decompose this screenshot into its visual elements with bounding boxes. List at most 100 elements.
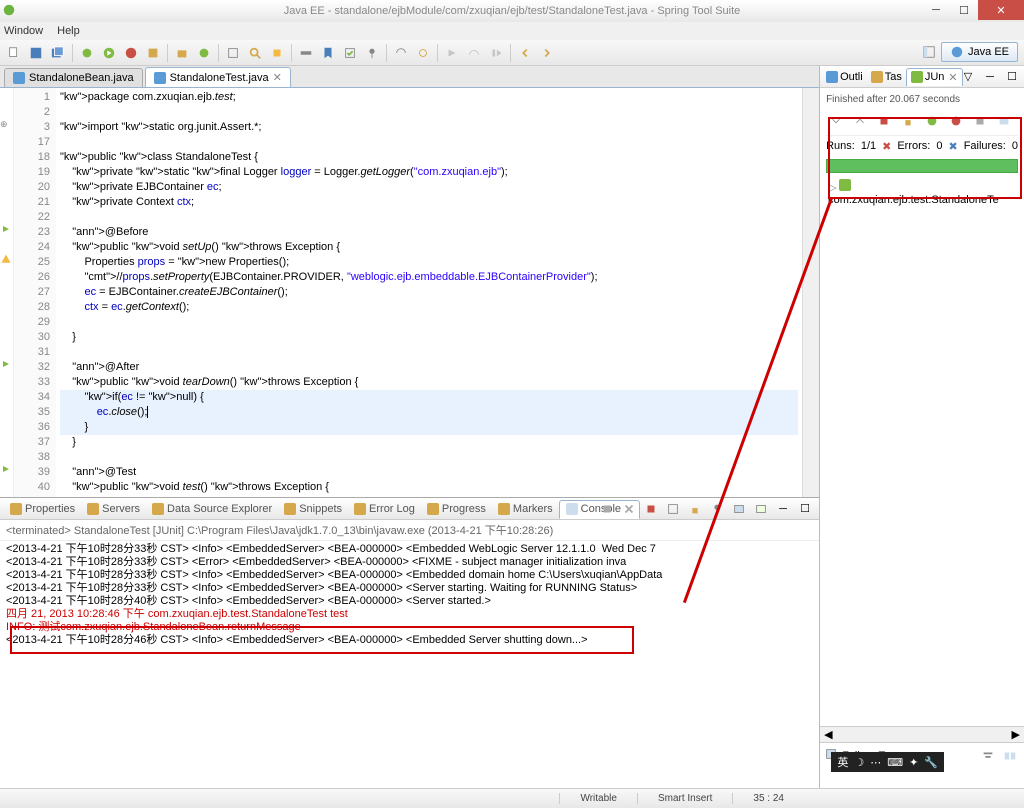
tab-data-source-explorer[interactable]: Data Source Explorer — [146, 501, 278, 517]
tab-servers[interactable]: Servers — [81, 501, 146, 517]
tab-markers[interactable]: Markers — [492, 501, 559, 517]
refactor-icon[interactable] — [391, 43, 411, 63]
compare-icon[interactable] — [1000, 746, 1020, 766]
tab-properties[interactable]: Properties — [4, 501, 81, 517]
status-insert: Smart Insert — [637, 793, 732, 804]
maximize-button[interactable]: ☐ — [950, 0, 978, 20]
forward-icon[interactable] — [537, 43, 557, 63]
close-tab-icon[interactable]: ✕ — [273, 71, 282, 84]
show-failures-icon[interactable] — [874, 111, 894, 131]
ime-wrench-icon[interactable]: 🔧 — [924, 756, 938, 769]
menu-help[interactable]: Help — [57, 25, 80, 37]
right-panel: Outli Tas JUn✕ ▽ ─ ☐ Finished after 20.0… — [820, 66, 1024, 788]
open-type-icon[interactable] — [223, 43, 243, 63]
status-writable: Writable — [559, 793, 637, 804]
new-package-icon[interactable] — [172, 43, 192, 63]
line-number-gutter: 1231718192021222324252627282930313233343… — [14, 88, 56, 497]
menu-window[interactable]: Window — [4, 25, 43, 37]
remove-all-icon[interactable] — [619, 499, 639, 519]
terminate-icon[interactable] — [641, 499, 661, 519]
tab-progress[interactable]: Progress — [421, 501, 492, 517]
rerun-failed-icon[interactable] — [946, 111, 966, 131]
pin-console-icon[interactable] — [707, 499, 727, 519]
close-button[interactable]: ✕ — [978, 0, 1024, 20]
scroll-lock-icon[interactable] — [685, 499, 705, 519]
expand-icon[interactable]: ▷ — [828, 182, 836, 194]
close-tab-icon[interactable]: ✕ — [948, 71, 957, 84]
rerun-icon[interactable] — [922, 111, 942, 131]
java-file-icon — [13, 72, 25, 84]
tab-junit[interactable]: JUn✕ — [906, 68, 963, 86]
debug-icon[interactable] — [77, 43, 97, 63]
filter-trace-icon[interactable] — [978, 746, 998, 766]
remove-launch-icon[interactable] — [597, 499, 617, 519]
window-title: Java EE - standalone/ejbModule/com/zxuqi… — [284, 5, 741, 17]
save-all-icon[interactable] — [48, 43, 68, 63]
scroll-right-icon[interactable]: ▶ — [1012, 728, 1020, 741]
failure-icon: ✖ — [948, 140, 957, 153]
next-failure-icon[interactable] — [826, 111, 846, 131]
junit-view: Finished after 20.067 seconds Runs:1/1 ✖… — [820, 88, 1024, 214]
tab-tasks[interactable]: Tas — [867, 69, 906, 85]
tab-outline[interactable]: Outli — [822, 69, 867, 85]
stop-junit-icon[interactable] — [970, 111, 990, 131]
right-tabs: Outli Tas JUn✕ ▽ ─ ☐ — [820, 66, 1024, 88]
step-over-icon[interactable] — [464, 43, 484, 63]
view-menu-icon[interactable]: ▽ — [958, 67, 978, 87]
console-output[interactable]: <2013-4-21 下午10时28分33秒 CST> <Info> <Embe… — [0, 541, 819, 788]
maximize-view-icon[interactable]: ☐ — [795, 499, 815, 519]
new-class-icon[interactable] — [194, 43, 214, 63]
tab-standalonetest[interactable]: StandaloneTest.java ✕ — [145, 67, 291, 87]
open-perspective-icon[interactable] — [919, 42, 939, 62]
code-editor[interactable]: ⊕ 12317181920212223242526272829303132333… — [0, 88, 819, 497]
maximize-view-icon[interactable]: ☐ — [1002, 67, 1022, 87]
tab-error-log[interactable]: Error Log — [348, 501, 421, 517]
main-toolbar: Java EE — [0, 40, 1024, 66]
ime-dots-icon[interactable]: ⋯ — [870, 756, 881, 769]
bookmark-icon[interactable] — [318, 43, 338, 63]
scroll-left-icon[interactable]: ◀ — [824, 728, 832, 741]
tasks-icon — [871, 71, 883, 83]
bottom-tabs: PropertiesServersData Source ExplorerSni… — [0, 498, 819, 520]
ime-toolbar[interactable]: 英 ☽ ⋯ ⌨ ✦ 🔧 — [831, 752, 944, 772]
run-last-icon[interactable] — [121, 43, 141, 63]
pin-icon[interactable] — [362, 43, 382, 63]
ime-settings-icon[interactable]: ✦ — [909, 756, 918, 769]
toggle-breadcrumb-icon[interactable] — [296, 43, 316, 63]
open-console-icon[interactable] — [751, 499, 771, 519]
tab-standalonebean[interactable]: StandaloneBean.java — [4, 68, 143, 87]
app-icon — [2, 3, 16, 20]
refresh-icon[interactable] — [413, 43, 433, 63]
status-bar: Writable Smart Insert 35 : 24 — [0, 788, 1024, 808]
new-icon[interactable] — [4, 43, 24, 63]
console-header: <terminated> StandaloneTest [JUnit] C:\P… — [0, 520, 819, 541]
test-suite-icon — [839, 179, 851, 191]
search-icon[interactable] — [245, 43, 265, 63]
minimize-view-icon[interactable]: ─ — [980, 67, 1000, 87]
outline-icon — [826, 71, 838, 83]
annotation-icon[interactable] — [267, 43, 287, 63]
ime-keyboard-icon[interactable]: ⌨ — [887, 756, 903, 769]
minimize-view-icon[interactable]: ─ — [773, 499, 793, 519]
marker-column: ⊕ — [0, 88, 14, 497]
run-icon[interactable] — [99, 43, 119, 63]
scroll-lock-icon[interactable] — [898, 111, 918, 131]
task-icon[interactable] — [340, 43, 360, 63]
ime-moon-icon[interactable]: ☽ — [854, 756, 864, 769]
back-icon[interactable] — [515, 43, 535, 63]
code-content[interactable]: "kw">package com.zxuqian.ejb.test;"kw">i… — [56, 88, 802, 497]
resume-icon[interactable] — [486, 43, 506, 63]
tab-snippets[interactable]: Snippets — [278, 501, 348, 517]
save-icon[interactable] — [26, 43, 46, 63]
clear-console-icon[interactable] — [663, 499, 683, 519]
prev-failure-icon[interactable] — [850, 111, 870, 131]
display-console-icon[interactable] — [729, 499, 749, 519]
status-cursor-pos: 35 : 24 — [732, 793, 804, 804]
external-tools-icon[interactable] — [143, 43, 163, 63]
history-icon[interactable] — [994, 111, 1014, 131]
junit-test-tree[interactable]: ▷ com.zxuqian.ejb.test.StandaloneTe — [826, 175, 1018, 210]
step-icon[interactable] — [442, 43, 462, 63]
perspective-javaee[interactable]: Java EE — [941, 42, 1018, 62]
minimize-button[interactable]: ─ — [922, 0, 950, 20]
vertical-scrollbar[interactable] — [802, 88, 819, 497]
